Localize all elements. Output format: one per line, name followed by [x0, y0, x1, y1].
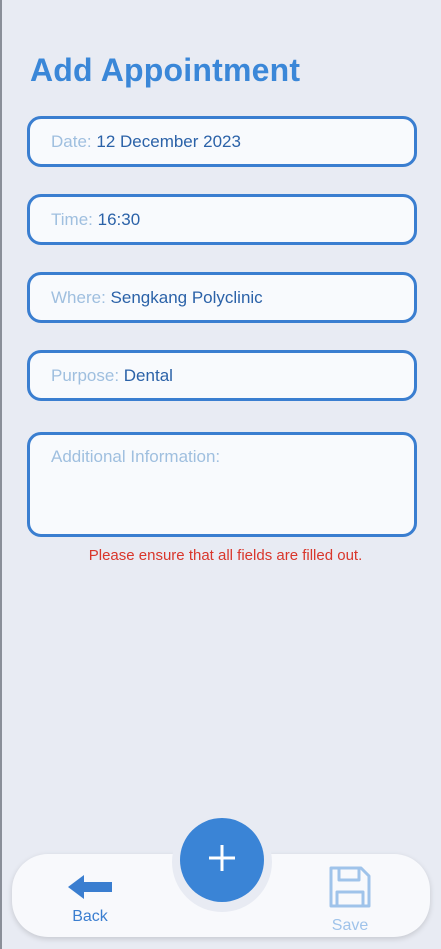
add-button[interactable]	[180, 818, 264, 902]
arrow-left-icon	[66, 873, 114, 906]
floppy-disk-icon	[327, 864, 373, 915]
where-field[interactable]: Where: Sengkang Polyclinic	[27, 272, 417, 323]
purpose-value: Dental	[123, 365, 173, 385]
save-button[interactable]: Save	[320, 864, 380, 935]
where-value: Sengkang Polyclinic	[110, 287, 263, 307]
date-field[interactable]: Date: 12 December 2023	[27, 116, 417, 167]
date-label: Date:	[51, 131, 92, 151]
additional-info-field[interactable]: Additional Information:	[27, 432, 417, 537]
save-label: Save	[331, 917, 369, 934]
window-edge	[0, 0, 2, 949]
page-title: Add Appointment	[30, 52, 301, 88]
time-label: Time:	[51, 209, 93, 229]
time-field[interactable]: Time: 16:30	[27, 194, 417, 245]
validation-error-message: Please ensure that all fields are filled…	[88, 547, 363, 564]
back-button[interactable]: Back	[60, 873, 120, 926]
plus-icon	[209, 844, 235, 876]
date-value: 12 December 2023	[96, 131, 241, 151]
purpose-label: Purpose:	[51, 365, 120, 385]
where-label: Where:	[51, 287, 106, 307]
purpose-field[interactable]: Purpose: Dental	[27, 350, 417, 401]
time-value: 16:30	[97, 209, 141, 229]
back-label: Back	[72, 908, 108, 925]
additional-info-label: Additional Information:	[51, 447, 221, 466]
